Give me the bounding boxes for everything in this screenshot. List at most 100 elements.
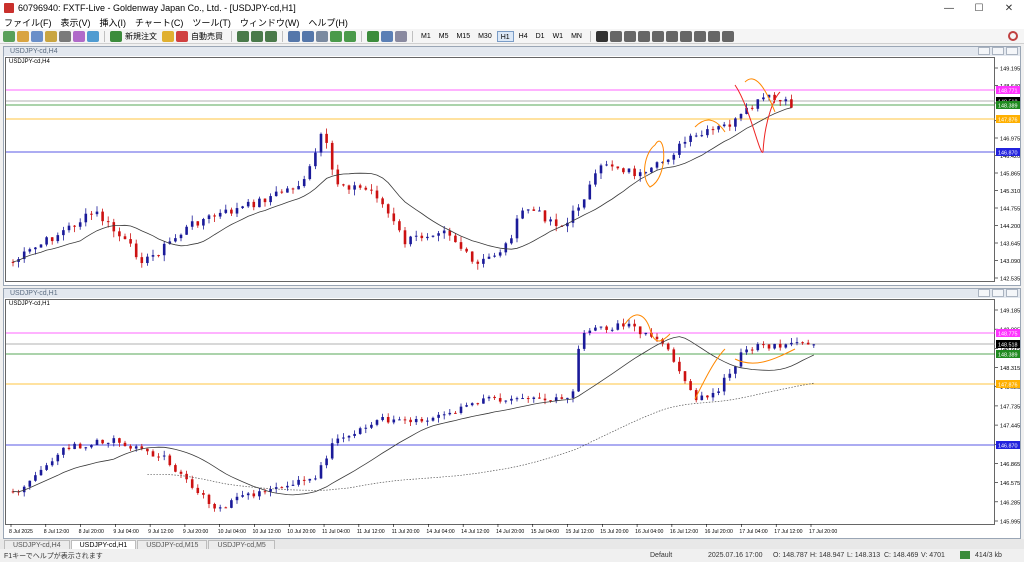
arrows-tool-icon[interactable] (721, 30, 734, 42)
indicators-icon[interactable] (367, 30, 379, 42)
menu-view[interactable]: 表示(V) (61, 16, 91, 29)
candle-body (34, 475, 37, 481)
menu-file[interactable]: ファイル(F) (4, 16, 52, 29)
chart-window-close-button[interactable] (1006, 289, 1018, 297)
chart-window-restore-button[interactable] (992, 289, 1004, 297)
candle-body (190, 479, 194, 488)
candle-body (112, 438, 116, 443)
chart-area-h4[interactable]: 149.195148.640148.085147.530146.975146.4… (5, 57, 1020, 285)
candle-body (286, 188, 289, 193)
metaeditor-icon[interactable] (162, 30, 174, 42)
candle-body (342, 184, 345, 186)
candle-body (689, 135, 692, 142)
price-level-label: 147.876 (998, 117, 1018, 123)
data-window-icon[interactable] (45, 30, 57, 42)
candle-body (392, 213, 396, 222)
auto-trade-button[interactable]: 自動売買 (191, 31, 223, 42)
minimize-button[interactable]: — (934, 0, 964, 16)
channel-icon[interactable] (665, 30, 678, 42)
price-tick-label: 147.445 (1000, 424, 1020, 430)
fibonacci-icon[interactable] (679, 30, 692, 42)
candle-body (414, 419, 418, 423)
zoom-in-icon[interactable] (288, 30, 300, 42)
chart-window-close-button[interactable] (1006, 47, 1018, 55)
candle-body (302, 179, 306, 187)
candle-body (168, 455, 172, 466)
timeframe-h4[interactable]: H4 (516, 31, 531, 42)
candle-body (666, 343, 670, 350)
menu-tools[interactable]: ツール(T) (192, 16, 231, 29)
tab-usdjpy-m15[interactable]: USDJPY-cd,M15 (137, 540, 208, 549)
new-order-button[interactable]: 新規注文 (125, 31, 157, 42)
menu-insert[interactable]: 挿入(I) (100, 16, 127, 29)
menu-window[interactable]: ウィンドウ(W) (240, 16, 300, 29)
menu-chart[interactable]: チャート(C) (135, 16, 183, 29)
tab-usdjpy-h4[interactable]: USDJPY-cd,H4 (4, 540, 70, 549)
candle-body (146, 448, 149, 452)
timeframe-w1[interactable]: W1 (550, 31, 567, 42)
navigator-icon[interactable] (59, 30, 71, 42)
maximize-button[interactable]: ☐ (964, 0, 994, 16)
candle-body (392, 419, 396, 423)
candle-body (498, 398, 502, 402)
candle-body (706, 129, 709, 136)
candle-body (73, 443, 76, 450)
label-tool-icon[interactable] (707, 30, 720, 42)
candle-body (526, 209, 530, 211)
candle-body (151, 255, 155, 257)
terminal-icon[interactable] (73, 30, 85, 42)
close-button[interactable]: ✕ (994, 0, 1024, 16)
chart-window-minimize-button[interactable] (978, 47, 990, 55)
timeframe-m30[interactable]: M30 (475, 31, 495, 42)
candle-body (202, 493, 205, 495)
bar-chart-icon[interactable] (237, 30, 249, 42)
candle-body (78, 222, 82, 227)
horizontal-line-icon[interactable] (637, 30, 650, 42)
candle-body (728, 373, 732, 378)
chart-window-minimize-button[interactable] (978, 289, 990, 297)
trendline-icon[interactable] (651, 30, 664, 42)
candle-body (622, 323, 625, 327)
timeframe-m5[interactable]: M5 (436, 31, 452, 42)
vertical-line-icon[interactable] (623, 30, 636, 42)
candle-body (633, 168, 636, 177)
tab-usdjpy-m5[interactable]: USDJPY-cd,M5 (208, 540, 275, 549)
candle-body (610, 329, 614, 331)
autoscroll-icon[interactable] (330, 30, 342, 42)
candle-body (666, 159, 670, 162)
zoom-out-icon[interactable] (302, 30, 314, 42)
timeframe-m1[interactable]: M1 (418, 31, 434, 42)
price-level-label: 146.870 (998, 443, 1018, 449)
new-chart-icon[interactable] (3, 30, 15, 42)
strategy-tester-icon[interactable] (87, 30, 99, 42)
menu-help[interactable]: ヘルプ(H) (308, 16, 348, 29)
candle-body (50, 237, 54, 242)
line-chart-icon[interactable] (265, 30, 277, 42)
candle-body (426, 420, 429, 422)
search-icon[interactable] (1008, 31, 1018, 41)
tile-windows-icon[interactable] (316, 30, 328, 42)
candle-body (185, 226, 188, 235)
candlestick-icon[interactable] (251, 30, 263, 42)
market-watch-icon[interactable] (31, 30, 43, 42)
tab-usdjpy-h1[interactable]: USDJPY-cd,H1 (70, 540, 137, 549)
candle-body (784, 99, 788, 102)
timeframe-m15[interactable]: M15 (453, 31, 473, 42)
chart-shift-icon[interactable] (344, 30, 356, 42)
chart-window-restore-button[interactable] (992, 47, 1004, 55)
periods-icon[interactable] (381, 30, 393, 42)
crosshair-icon[interactable] (609, 30, 622, 42)
open-profile-icon[interactable] (17, 30, 29, 42)
templates-icon[interactable] (395, 30, 407, 42)
candle-body (638, 172, 642, 177)
timeframe-mn[interactable]: MN (568, 31, 585, 42)
cursor-icon[interactable] (595, 30, 608, 42)
timeframe-h1[interactable]: H1 (496, 30, 514, 42)
text-tool-icon[interactable] (693, 30, 706, 42)
new-order-icon[interactable] (110, 30, 122, 42)
candle-body (728, 124, 732, 127)
candle-body (465, 248, 468, 252)
timeframe-d1[interactable]: D1 (533, 31, 548, 42)
chart-area-h1[interactable]: 149.185148.895148.605148.315148.025147.7… (5, 299, 1020, 538)
auto-trade-icon[interactable] (176, 30, 188, 42)
